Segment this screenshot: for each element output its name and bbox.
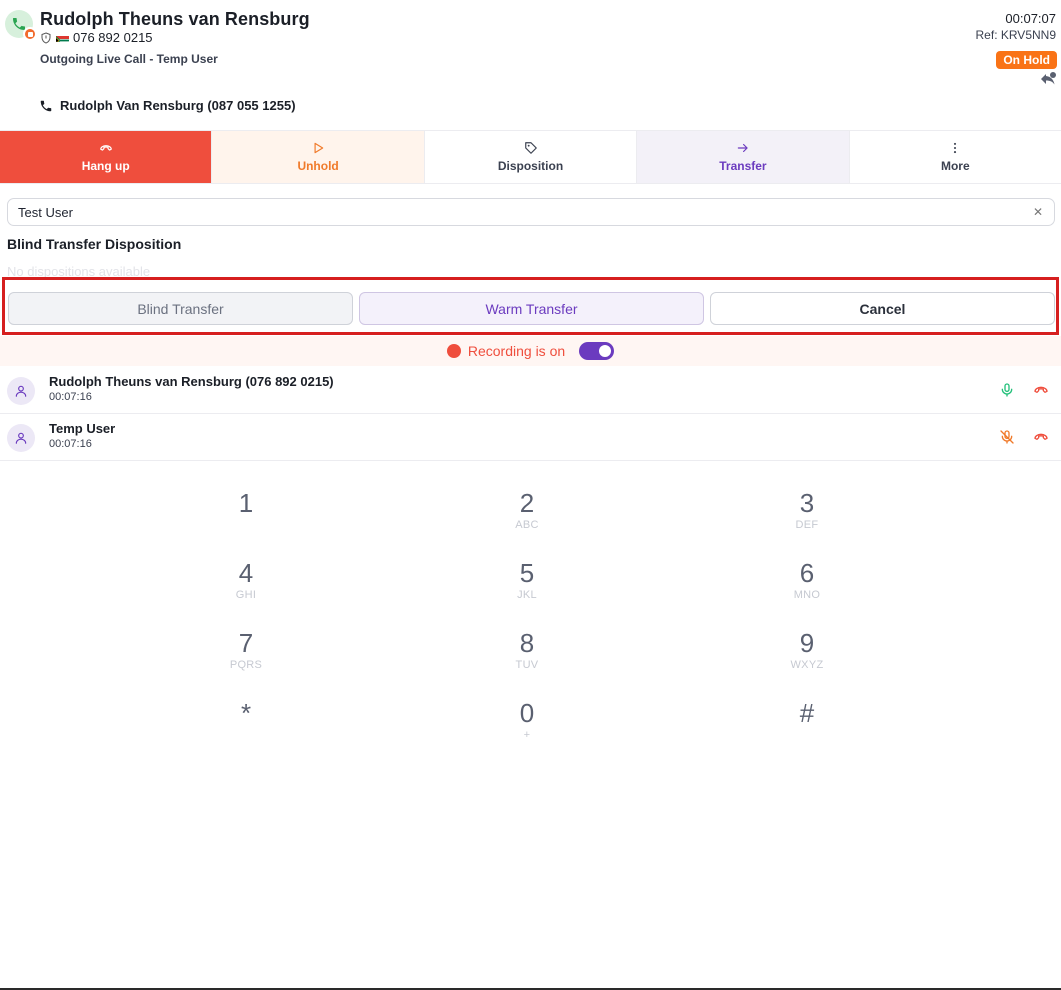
call-header: Rudolph Theuns van Rensburg 076 892 0215… <box>0 0 1061 130</box>
dialpad-key-7[interactable]: 7 PQRS <box>186 628 306 672</box>
caller-name: Rudolph Theuns van Rensburg <box>40 9 310 29</box>
recording-bar: Recording is on <box>0 336 1061 366</box>
caller-number-row: 076 892 0215 <box>40 30 153 45</box>
key-digit: 5 <box>519 558 535 588</box>
unhold-label: Unhold <box>297 159 339 173</box>
call-status-avatar <box>5 10 37 41</box>
more-vertical-icon <box>954 142 957 154</box>
call-timer: 00:07:07 <box>1005 11 1056 26</box>
dialpad-key-8[interactable]: 8 TUV <box>467 628 587 672</box>
disposition-section-title: Blind Transfer Disposition <box>7 236 182 252</box>
call-reference: Ref: KRV5NN9 <box>975 28 1056 42</box>
blind-transfer-button[interactable]: Blind Transfer <box>8 292 353 325</box>
disposition-label: Disposition <box>497 159 564 173</box>
hang-up-icon <box>99 145 112 151</box>
more-label: More <box>940 159 970 173</box>
hang-up-participant-icon[interactable] <box>1031 382 1051 398</box>
recording-toggle[interactable] <box>579 342 615 360</box>
call-action-bar: Hang up Unhold Disposition Transfer More <box>0 130 1061 184</box>
microphone-off-icon[interactable] <box>999 429 1015 445</box>
transfer-target-input[interactable] <box>18 204 1032 220</box>
outbound-line-info: Rudolph Van Rensburg (087 055 1255) <box>39 98 296 113</box>
warm-transfer-button[interactable]: Warm Transfer <box>359 292 704 325</box>
participant-name: Temp User <box>49 421 116 436</box>
key-letters <box>186 728 306 742</box>
key-letters <box>747 728 867 742</box>
tag-icon <box>524 142 537 154</box>
recording-dot-icon <box>446 344 461 358</box>
dialpad-key-hash[interactable]: # <box>747 698 867 742</box>
hold-indicator-icon <box>23 27 37 41</box>
key-letters: ABC <box>515 519 539 531</box>
key-digit: 2 <box>519 488 535 518</box>
key-digit: # <box>799 698 815 728</box>
dialpad-key-0[interactable]: 0 + <box>467 698 587 742</box>
recording-label: Recording is on <box>467 343 566 359</box>
dialpad-key-4[interactable]: 4 GHI <box>186 558 306 602</box>
user-icon <box>7 377 35 405</box>
phone-handset-icon <box>40 100 52 111</box>
call-type: Outgoing Live Call - Temp User <box>40 52 218 66</box>
key-letters <box>186 518 306 532</box>
caller-number: 076 892 0215 <box>73 30 153 45</box>
dialpad-key-5[interactable]: 5 JKL <box>467 558 587 602</box>
participant-time: 00:07:16 <box>49 438 92 450</box>
key-letters: TUV <box>515 659 539 671</box>
dialpad-key-6[interactable]: 6 MNO <box>747 558 867 602</box>
dialpad-key-1[interactable]: 1 <box>186 488 306 532</box>
key-letters: + <box>523 729 531 741</box>
more-button[interactable]: More <box>849 131 1061 183</box>
key-digit: 1 <box>238 488 254 518</box>
participant-name: Rudolph Theuns van Rensburg (076 892 021… <box>49 374 334 389</box>
key-letters: JKL <box>517 589 537 601</box>
dialpad-key-star[interactable]: * <box>186 698 306 742</box>
line-info-label: Rudolph Van Rensburg (087 055 1255) <box>60 98 296 113</box>
key-digit: 4 <box>238 558 254 588</box>
toggle-knob <box>599 345 612 357</box>
status-badge: On Hold <box>996 51 1057 69</box>
microphone-icon[interactable] <box>999 382 1015 398</box>
key-digit: 7 <box>238 628 254 658</box>
play-icon <box>314 142 324 154</box>
dialpad-key-2[interactable]: 2 ABC <box>467 488 587 532</box>
cancel-button[interactable]: Cancel <box>710 292 1055 325</box>
clear-icon[interactable]: ✕ <box>1032 206 1044 218</box>
disposition-button[interactable]: Disposition <box>424 131 638 183</box>
transfer-button[interactable]: Transfer <box>637 131 850 183</box>
key-digit: 8 <box>519 628 535 658</box>
key-letters: PQRS <box>229 659 263 671</box>
hang-up-label: Hang up <box>81 159 130 173</box>
transfer-label: Transfer <box>719 159 767 173</box>
participant-time: 00:07:16 <box>49 391 92 403</box>
hang-up-participant-icon[interactable] <box>1031 429 1051 445</box>
arrow-right-icon <box>737 143 748 153</box>
key-digit: 9 <box>799 628 815 658</box>
transfer-target-field[interactable]: ✕ <box>7 198 1055 226</box>
south-africa-flag-icon <box>56 33 69 42</box>
hang-up-button[interactable]: Hang up <box>0 131 213 183</box>
key-letters: DEF <box>795 519 819 531</box>
transfer-buttons-highlight: Blind Transfer Warm Transfer Cancel <box>2 277 1059 335</box>
dialpad-key-3[interactable]: 3 DEF <box>747 488 867 532</box>
return-call-icon[interactable] <box>1039 71 1057 87</box>
key-digit: * <box>240 698 252 728</box>
shield-icon <box>41 31 51 44</box>
key-letters: GHI <box>235 589 257 601</box>
key-letters: WXYZ <box>790 659 824 671</box>
user-icon <box>7 424 35 452</box>
participant-row: Rudolph Theuns van Rensburg (076 892 021… <box>0 367 1061 414</box>
participant-row: Temp User 00:07:16 <box>0 414 1061 461</box>
unhold-button[interactable]: Unhold <box>212 131 425 183</box>
key-digit: 6 <box>799 558 815 588</box>
dialpad-key-9[interactable]: 9 WXYZ <box>747 628 867 672</box>
key-digit: 0 <box>519 698 535 728</box>
key-letters: MNO <box>793 589 821 601</box>
key-digit: 3 <box>799 488 815 518</box>
